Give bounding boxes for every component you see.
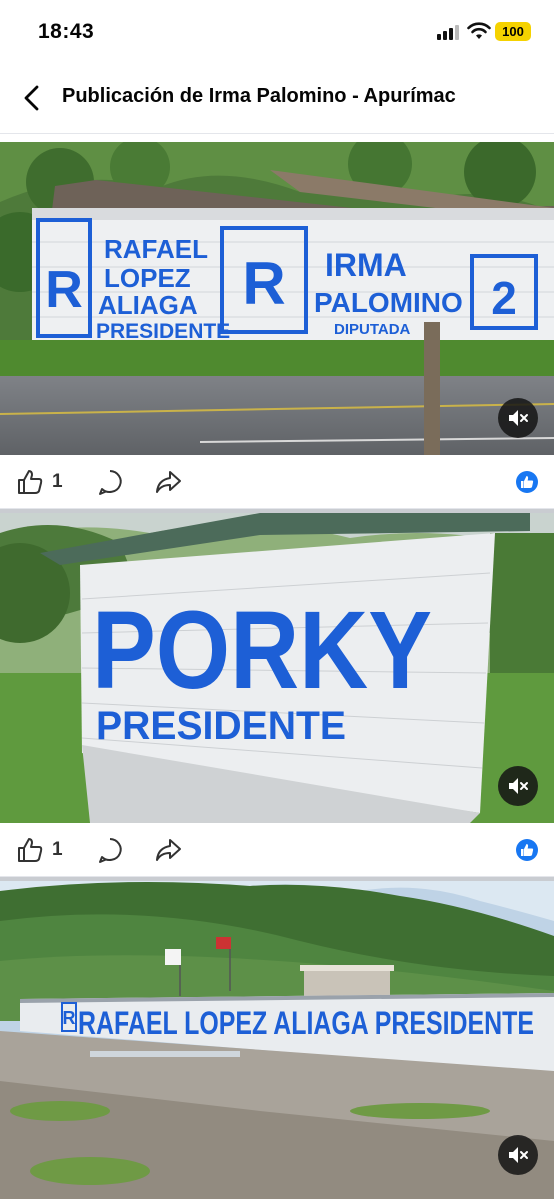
wifi-icon bbox=[467, 22, 491, 40]
page-title: Publicación de Irma Palomino - Apurímac bbox=[62, 85, 456, 107]
post-actions-2: 1 bbox=[0, 823, 554, 877]
mute-toggle-2[interactable] bbox=[498, 766, 538, 806]
wall-letter-r: R bbox=[63, 1008, 76, 1028]
share-button-1[interactable] bbox=[154, 467, 182, 497]
wall-text-long: RAFAEL LOPEZ ALIAGA PRESIDENTE bbox=[78, 1005, 534, 1041]
wall-text-porky: PORKY bbox=[92, 589, 432, 712]
wall-number: 2 bbox=[491, 272, 517, 324]
comment-button-2[interactable] bbox=[96, 835, 124, 865]
wall-text-line4: PRESIDENTE bbox=[96, 320, 230, 343]
chevron-left-icon bbox=[24, 85, 39, 111]
speaker-muted-icon bbox=[509, 410, 528, 426]
status-bar: 18:43 100 bbox=[0, 0, 554, 64]
post-video-1[interactable]: R RAFAEL LOPEZ ALIAGA PRESIDENTE R IRMA … bbox=[0, 142, 554, 455]
speaker-muted-icon bbox=[509, 1147, 528, 1163]
top-header: Publicación de Irma Palomino - Apurímac bbox=[0, 64, 554, 134]
thumbs-up-icon bbox=[521, 476, 534, 488]
comment-icon bbox=[99, 470, 122, 495]
share-button-2[interactable] bbox=[154, 835, 182, 865]
post-video-3[interactable]: R RAFAEL LOPEZ ALIAGA PRESIDENTE bbox=[0, 881, 554, 1199]
wall-text-line1: RAFAEL bbox=[104, 234, 208, 264]
share-icon bbox=[156, 839, 181, 861]
comment-icon bbox=[99, 838, 122, 863]
like-button-1[interactable]: 1 bbox=[16, 467, 63, 497]
speaker-muted-icon bbox=[509, 778, 528, 794]
share-icon bbox=[156, 471, 181, 493]
video-frame-2: PORKY PRESIDENTE bbox=[0, 513, 554, 823]
like-reaction-badge-2 bbox=[516, 839, 538, 861]
post-video-2[interactable]: PORKY PRESIDENTE bbox=[0, 513, 554, 823]
battery-indicator: 100 bbox=[495, 22, 531, 41]
wall-text-line3: ALIAGA bbox=[98, 290, 198, 320]
signal-icon bbox=[437, 24, 461, 40]
back-button[interactable] bbox=[14, 80, 50, 116]
wall-letter-r2: R bbox=[242, 250, 285, 317]
wall-text-line6: PALOMINO bbox=[314, 287, 463, 318]
like-count-2: 1 bbox=[52, 839, 63, 860]
thumbs-up-icon bbox=[18, 838, 43, 862]
wall-letter-r1: R bbox=[45, 261, 83, 319]
video-frame-1: R RAFAEL LOPEZ ALIAGA PRESIDENTE R IRMA … bbox=[0, 142, 554, 455]
status-time: 18:43 bbox=[38, 20, 95, 43]
wall-text-line7: DIPUTADA bbox=[334, 321, 411, 338]
wall-text-presidente: PRESIDENTE bbox=[96, 704, 346, 748]
like-count-1: 1 bbox=[52, 471, 63, 492]
wall-text-line5: IRMA bbox=[325, 247, 407, 283]
video-frame-3: R RAFAEL LOPEZ ALIAGA PRESIDENTE bbox=[0, 881, 554, 1199]
thumbs-up-icon bbox=[18, 470, 43, 494]
post-actions-1: 1 bbox=[0, 455, 554, 509]
mute-toggle-3[interactable] bbox=[498, 1135, 538, 1175]
like-button-2[interactable]: 1 bbox=[16, 835, 63, 865]
comment-button-1[interactable] bbox=[96, 467, 124, 497]
wall-text-line2: LOPEZ bbox=[104, 263, 191, 293]
thumbs-up-icon bbox=[521, 844, 534, 856]
like-reaction-badge-1 bbox=[516, 471, 538, 493]
mute-toggle-1[interactable] bbox=[498, 398, 538, 438]
